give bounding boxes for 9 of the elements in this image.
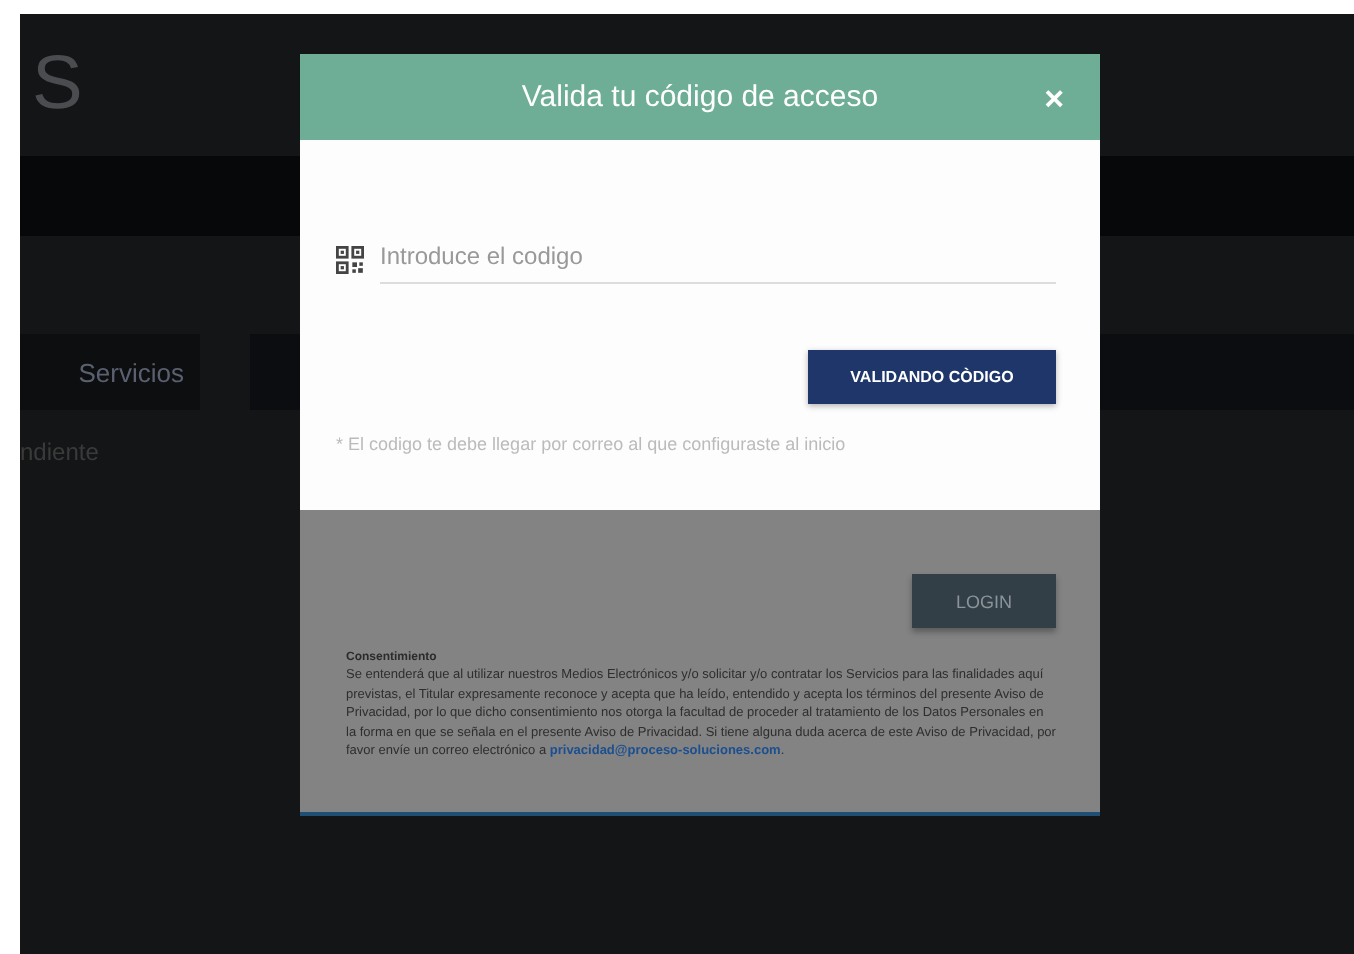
code-input-field[interactable]: Introduce el codigo: [380, 234, 1056, 284]
hint-text: * El codigo te debe llegar por correo al que configuraste al inicio: [336, 434, 848, 454]
logo-text: S: [32, 42, 83, 128]
login-button[interactable]: LOGIN: [912, 574, 1056, 628]
modal-title: Valida tu código de acceso: [521, 80, 879, 114]
sidebar-heading: Servicios: [20, 334, 200, 410]
qr-code-icon: [336, 245, 364, 273]
close-button[interactable]: ×: [1044, 82, 1064, 116]
validate-code-button[interactable]: VALIDANDO CÒDIGO: [808, 350, 1056, 404]
